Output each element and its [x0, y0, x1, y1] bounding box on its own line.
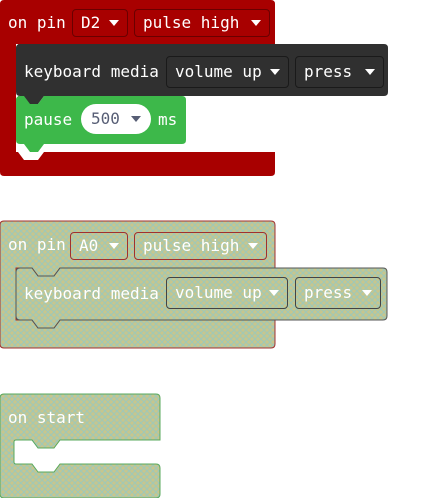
pin-dropdown-2-value: A0	[79, 236, 99, 255]
key-event-dropdown-1-value: press	[304, 62, 353, 81]
media-action-dropdown-2-value: volume up	[175, 283, 262, 302]
pin-dropdown-1-value: D2	[81, 13, 101, 32]
keyboard-media-label-1: keyboard media	[24, 62, 159, 81]
chevron-down-icon	[131, 116, 141, 122]
chevron-down-icon	[109, 20, 119, 26]
pause-unit-label: ms	[158, 110, 178, 129]
on-pin-label-1: on pin	[8, 13, 66, 32]
chevron-down-icon	[270, 69, 280, 75]
chevron-down-icon	[269, 290, 279, 296]
chevron-down-icon	[365, 69, 375, 75]
on-pin-label-2: on pin	[8, 235, 66, 254]
pause-duration-input[interactable]: 500	[81, 104, 151, 134]
chevron-down-icon	[362, 290, 372, 296]
key-event-dropdown-2[interactable]: press	[295, 277, 381, 309]
chevron-down-icon	[248, 243, 258, 249]
pulse-dropdown-1-value: pulse high	[143, 13, 240, 32]
chevron-down-icon	[109, 243, 119, 249]
pause-duration-value: 500	[91, 109, 120, 128]
media-action-dropdown-2[interactable]: volume up	[166, 277, 288, 309]
pulse-dropdown-2[interactable]: pulse high	[134, 232, 267, 260]
media-action-dropdown-1-value: volume up	[175, 62, 262, 81]
pulse-dropdown-2-value: pulse high	[143, 236, 240, 255]
pin-dropdown-2[interactable]: A0	[70, 232, 128, 260]
media-action-dropdown-1[interactable]: volume up	[166, 56, 289, 88]
pulse-dropdown-1[interactable]: pulse high	[134, 9, 270, 37]
key-event-dropdown-2-value: press	[304, 283, 353, 302]
keyboard-media-label-2: keyboard media	[24, 284, 159, 303]
chevron-down-icon	[251, 20, 261, 26]
key-event-dropdown-1[interactable]: press	[295, 56, 384, 88]
on-start-label: on start	[8, 408, 86, 427]
pin-dropdown-1[interactable]: D2	[72, 9, 128, 37]
pause-label: pause	[24, 110, 73, 129]
